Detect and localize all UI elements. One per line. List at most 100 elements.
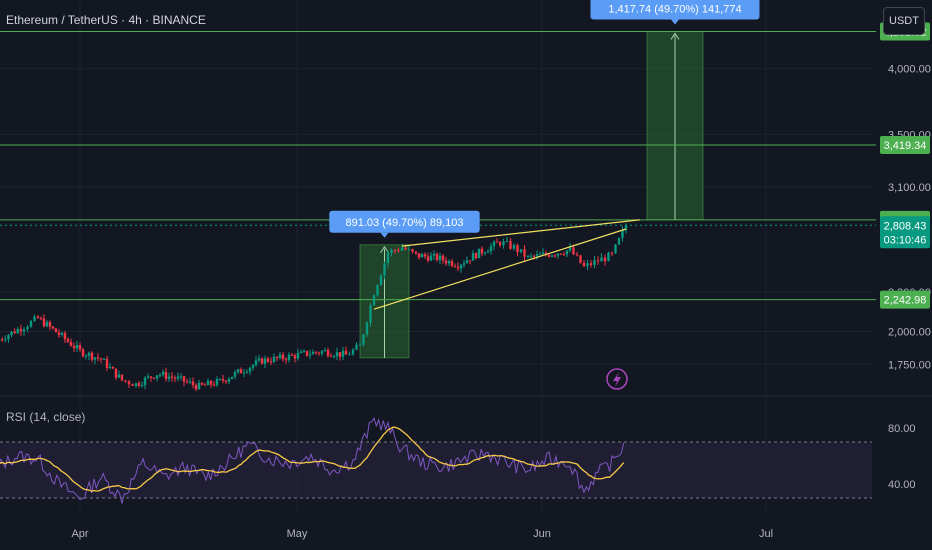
candle-body	[505, 241, 509, 243]
candle-body	[266, 358, 270, 362]
candle-body	[498, 242, 502, 246]
candle-body	[149, 376, 153, 378]
candle-body	[351, 349, 355, 355]
candle-body	[435, 253, 439, 261]
candle-body	[260, 358, 264, 364]
candle-body	[480, 248, 484, 254]
candle-body	[414, 251, 418, 254]
candle-body	[308, 354, 312, 356]
candle-body	[257, 358, 261, 361]
candle-body	[124, 380, 127, 382]
price-tick-label: 3,100.00	[888, 182, 931, 194]
candle-body	[170, 376, 174, 378]
candle-body	[221, 378, 225, 381]
candle-body	[474, 253, 478, 259]
candle-body	[547, 254, 551, 257]
candle-body	[535, 254, 539, 257]
candle-body	[593, 260, 596, 265]
candle-body	[462, 263, 466, 265]
candle-body	[29, 320, 33, 327]
price-tick-label: 2,000.00	[888, 327, 931, 339]
candle-body	[72, 346, 76, 349]
candle-body	[99, 358, 103, 360]
candle-body	[158, 374, 162, 376]
candle-body	[362, 334, 365, 345]
time-tick-label: Jun	[533, 528, 551, 540]
candle-body	[242, 372, 246, 374]
candle-body	[526, 255, 530, 257]
candle-body	[87, 352, 91, 356]
candle-body	[397, 250, 400, 252]
candle-body	[16, 329, 19, 334]
candle-body	[450, 260, 454, 266]
measured-move-label: 1,417.74 (49.70%) 141,774	[608, 3, 741, 15]
candle-body	[559, 253, 563, 255]
candle-body	[376, 285, 379, 296]
candle-body	[541, 252, 545, 255]
candle-body	[227, 378, 231, 382]
candle-body	[383, 263, 386, 276]
candle-body	[372, 295, 376, 306]
price-tick-label: 1,750.00	[888, 359, 931, 371]
candle-body	[358, 344, 362, 346]
candle-body	[179, 376, 183, 378]
rsi-tick-label: 80.00	[888, 423, 916, 435]
chart-canvas[interactable]: 80.0040.00 1,750.002,000.002,300.003,100…	[0, 0, 932, 550]
candle-body	[54, 328, 58, 333]
candle-body	[60, 333, 64, 335]
candle-body	[146, 376, 150, 378]
candle-body	[407, 249, 411, 251]
candle-body	[51, 326, 55, 329]
candle-body	[379, 275, 383, 286]
candle-body	[299, 351, 303, 354]
candle-body	[105, 359, 109, 368]
rsi-indicator-label[interactable]: RSI (14, close)	[6, 410, 85, 424]
candle-body	[523, 249, 526, 257]
candle-body	[239, 369, 243, 374]
candle-body	[426, 256, 430, 261]
candle-body	[4, 339, 7, 341]
candle-body	[117, 374, 121, 378]
candle-body	[164, 371, 168, 379]
candle-body	[341, 350, 345, 357]
current-price-label: 2,808.43	[884, 220, 927, 232]
candle-body	[26, 326, 29, 330]
candle-body	[562, 254, 566, 256]
candle-body	[215, 379, 219, 386]
candle-body	[579, 255, 582, 263]
candle-body	[369, 305, 372, 323]
candle-body	[19, 329, 23, 332]
candle-body	[423, 254, 427, 257]
symbol-title[interactable]: Ethereum / TetherUS · 4h · BINANCE	[6, 13, 206, 27]
candle-body	[78, 345, 82, 350]
candle-body	[314, 351, 318, 353]
candle-body	[269, 361, 273, 363]
candle-body	[502, 241, 505, 246]
candle-body	[281, 354, 285, 360]
candle-body	[102, 359, 106, 361]
candle-body	[509, 241, 512, 249]
candle-body	[600, 257, 603, 262]
candle-body	[483, 252, 487, 254]
candle-body	[108, 366, 112, 368]
candle-body	[519, 249, 523, 253]
candle-body	[7, 335, 10, 340]
candle-body	[326, 350, 330, 356]
bar-countdown-label: 03:10:46	[884, 234, 927, 246]
candle-body	[335, 352, 339, 357]
candle-body	[185, 381, 189, 383]
candle-body	[251, 365, 255, 368]
candle-body	[516, 245, 519, 253]
time-tick-label: Jul	[759, 528, 773, 540]
candle-body	[486, 251, 490, 253]
candle-body	[296, 353, 300, 359]
candle-body	[10, 331, 13, 336]
candle-body	[441, 255, 445, 261]
candle-body	[317, 352, 321, 354]
currency-button[interactable]: USDT	[883, 7, 925, 35]
candle-body	[348, 354, 351, 356]
candle-body	[438, 255, 442, 261]
candle-body	[556, 253, 560, 256]
candle-body	[492, 241, 496, 247]
candle-body	[538, 254, 542, 256]
